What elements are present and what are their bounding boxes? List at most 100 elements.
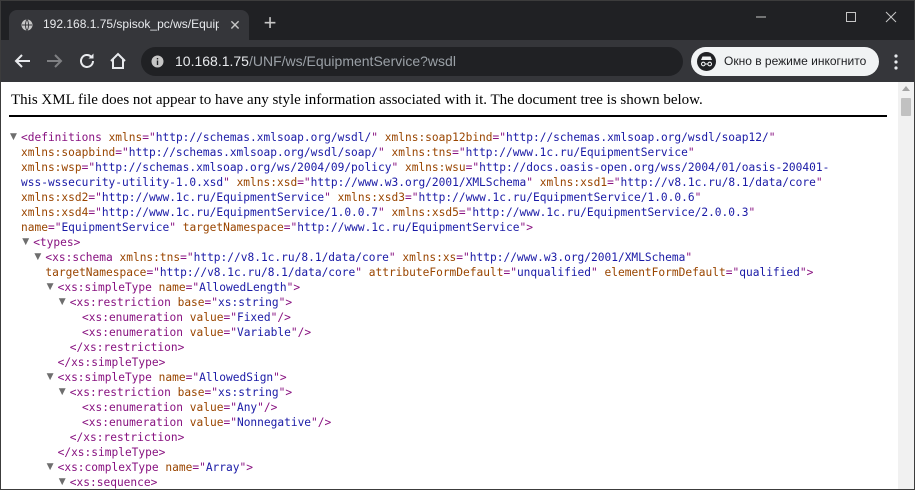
xml-line: <xs:simpleType name="AllowedLength"> [58,280,301,295]
xml-val: AllowedSign [199,371,274,384]
fold-toggle-icon[interactable]: ▼ [22,235,29,250]
minimize-icon[interactable] [746,7,776,27]
xml-line: </xs:simpleType> [58,445,166,460]
xml-line: <xs:restriction base="xs:string"> [70,295,292,310]
xml-attr: xmlns:tns [119,251,181,264]
xml-line: <definitions xmlns="http://schemas.xmlso… [21,130,775,145]
fold-toggle-icon[interactable]: ▼ [10,130,17,145]
xml-val: Fixed [236,311,271,324]
xml-val: http://schemas.xmlsoap.org/wsdl/soap/ [128,146,378,159]
fold-toggle-icon[interactable]: ▼ [47,460,54,475]
xml-attr: value [189,416,224,429]
xml-attr: xmlns:xsd4 [21,206,89,219]
xml-tag: =" [404,191,419,204]
forward-arrow-icon[interactable] [43,50,65,72]
xml-tag: =" [223,416,237,429]
xml-val: EquipmentService [61,221,170,234]
xml-tag: <xs:complexType [57,461,166,474]
xml-tag: " [768,131,776,144]
xml-val: http://www.1c.ru/EquipmentService/2.0.0.… [472,206,749,219]
xml-val: http://schemas.xmlsoap.org/wsdl/soap12/ [506,131,769,144]
xml-tag: "> [799,266,814,279]
window-close-icon[interactable] [876,7,906,27]
incognito-icon [697,52,716,71]
xml-tag: "/> [270,311,291,324]
xml-tag: =" [503,266,517,279]
incognito-indicator[interactable]: Окно в режиме инкогнито [691,47,879,76]
xml-val: http://www.1c.ru/EquipmentService [297,221,520,234]
xml-tag: <types> [33,236,81,249]
xml-attr: xmlns:soap12bind [384,131,493,144]
address-bar[interactable]: 10.168.1.75/UNF/ws/EquipmentService?wsdl [141,47,683,76]
xml-tag: "> [278,296,293,309]
xml-tag: <xs:restriction [69,386,178,399]
xml-tag: =" [88,191,102,204]
xml-tag: =" [492,131,507,144]
xml-line: xmlns:xsd4="http://www.1c.ru/EquipmentSe… [21,205,755,220]
back-arrow-icon[interactable] [12,50,34,72]
browser-window: 192.168.1.75/spisok_pc/ws/EquipmentServi… [0,0,915,490]
xml-tag: </xs:restriction> [69,341,185,354]
xml-line: <xs:enumeration value="Any"/> [82,400,277,415]
xml-tag: " [526,176,540,189]
fold-toggle-icon[interactable]: ▼ [47,280,54,295]
xml-attr: value [189,326,224,339]
fold-toggle-icon[interactable]: ▼ [59,475,66,489]
xml-val: xs:string [218,386,279,399]
xml-val: http://www.w3.org/2001/XMLSchema [469,251,686,264]
xml-tag: " [324,191,338,204]
xml-tag: <xs:enumeration [82,401,190,414]
scrollbar[interactable] [898,82,914,489]
xml-attr: xmlns:xs [402,251,457,264]
xml-tag: </xs:simpleType> [57,356,166,369]
xml-val: xs:string [218,296,279,309]
reload-icon[interactable] [76,50,98,72]
xml-attr: xmlns:soapbind [21,146,116,159]
scrollbar-thumb[interactable] [901,98,911,116]
xml-attr: name [158,281,186,294]
xml-tag: <xs:simpleType [57,371,159,384]
xml-attr: name [165,461,193,474]
fold-toggle-icon[interactable]: ▼ [34,250,41,265]
xml-tag: "/> [311,416,332,429]
xml-tag: " [591,266,605,279]
xml-attr: base [177,386,205,399]
xml-attr: value [189,401,224,414]
xml-tag: "/> [257,401,278,414]
xml-tag: =" [204,296,219,309]
browser-tab[interactable]: 192.168.1.75/spisok_pc/ws/EquipmentServi… [9,10,249,40]
home-icon[interactable] [107,50,129,72]
close-icon[interactable]: ✕ [227,17,243,33]
xml-tag: =" [458,206,473,219]
xml-tag: =" [47,221,62,234]
page-content: This XML file does not appear to have an… [1,82,898,489]
menu-dots-icon[interactable] [888,52,904,72]
xml-attr: xmlns:xsd2 [21,191,89,204]
xml-attr: xmlns:xsd1 [539,176,608,189]
xml-val: Array [205,461,240,474]
fold-toggle-icon[interactable]: ▼ [59,295,66,310]
xml-tag: <xs:sequence> [69,476,158,489]
plus-icon[interactable]: + [260,12,280,34]
xml-tag: =" [223,326,237,339]
scroll-up-arrow-icon[interactable] [902,86,910,91]
xml-line: xmlns:soapbind="http://schemas.xmlsoap.o… [21,145,695,160]
xml-line: <xs:restriction base="xs:string"> [70,385,292,400]
xml-tag: " [391,161,405,174]
fold-toggle-icon[interactable]: ▼ [59,385,66,400]
xml-tag: </xs:simpleType> [57,446,166,459]
xml-tag: "> [519,221,533,234]
info-icon[interactable] [151,55,164,68]
fold-toggle-icon[interactable]: ▼ [47,370,54,385]
xml-attr: elementFormDefault [604,266,726,279]
xml-tag: " [378,146,392,159]
xml-attr: xmlns:xsd5 [391,206,459,219]
xml-line: <xs:schema xmlns:tns="http://v8.1c.ru/8.… [45,250,692,265]
xml-attr: xmlns [108,131,143,144]
xml-tag: " [355,266,369,279]
xml-val: Nonnegative [236,416,312,429]
xml-val: AllowedLength [199,281,287,294]
xml-val: http://www.1c.ru/EquipmentService/1.0.0.… [101,206,378,219]
xml-tag: <xs:enumeration [82,326,190,339]
maximize-icon[interactable] [836,7,866,27]
